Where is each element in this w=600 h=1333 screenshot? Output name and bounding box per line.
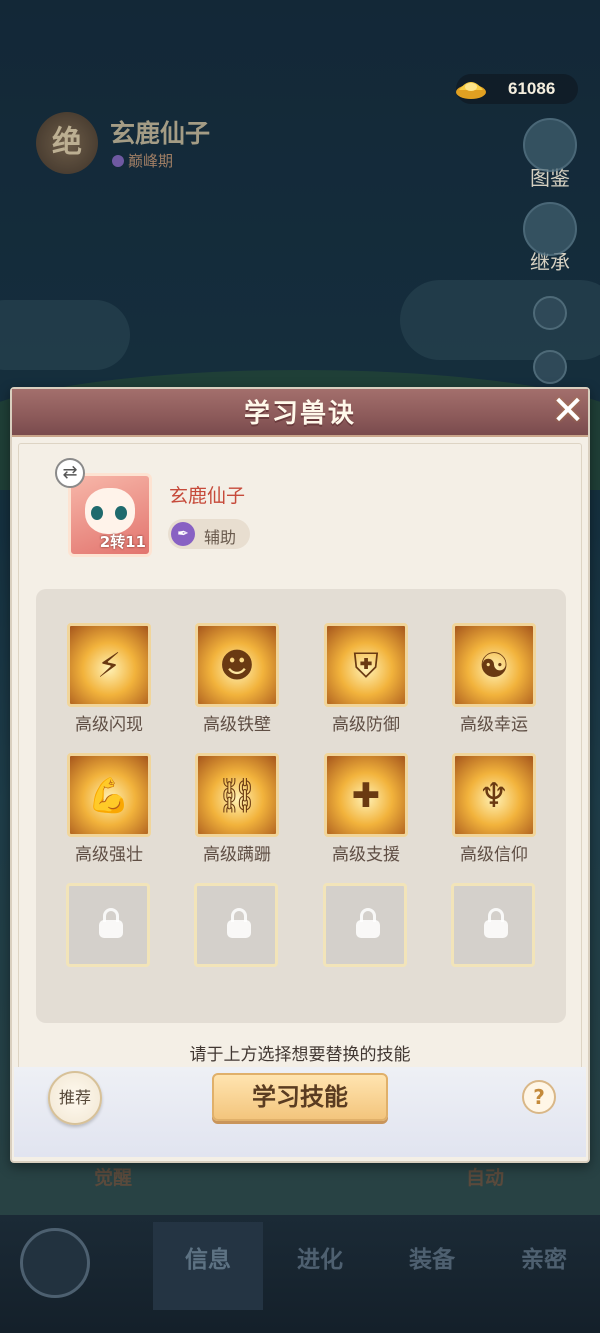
skill-label: 高级信仰	[460, 845, 528, 865]
edit-icon[interactable]	[533, 350, 567, 384]
currency-value: 61086	[508, 79, 556, 98]
skill-slot[interactable]: ⚡ 高级闪现	[66, 623, 152, 735]
close-icon[interactable]: ✕	[548, 391, 588, 431]
help-icon[interactable]: ?	[522, 1080, 556, 1114]
currency-display: 61086	[456, 74, 578, 104]
skill-label: 高级防御	[332, 715, 400, 735]
skill-slot[interactable]: ⛨ 高级防御	[323, 623, 409, 735]
swap-icon[interactable]: ⇄	[55, 458, 85, 488]
skill-glyph: ⚡	[97, 646, 121, 686]
learn-skill-modal: 学习兽诀 ✕ 2转11 ⇄ 玄鹿仙子 ✒ 辅助 ⚡ 高级闪现 ☻ 高级铁壁 ⛨ …	[10, 387, 590, 1163]
stage-icon	[112, 155, 124, 167]
role-label: 辅助	[204, 528, 237, 547]
locked-slot	[323, 883, 407, 967]
skill-glyph: ☯	[478, 646, 510, 686]
locked-slot	[66, 883, 150, 967]
feather-icon: ✒	[171, 522, 195, 546]
locked-skill-slot[interactable]	[194, 883, 280, 967]
skill-glyph: ⛓	[215, 776, 259, 816]
locked-slot	[194, 883, 278, 967]
shield-icon: ⛨	[324, 623, 408, 707]
skill-glyph: ♆	[478, 776, 510, 816]
skill-glyph: ⛨	[353, 646, 379, 686]
koi-fish-icon: ☯	[452, 623, 536, 707]
role-badge: ✒ 辅助	[168, 519, 250, 549]
instruction-text: 请于上方选择想要替换的技能	[189, 1045, 411, 1065]
skill-label: 高级闪现	[75, 715, 143, 735]
pet-level: 2转11	[99, 533, 146, 551]
learn-skill-button[interactable]: 学习技能	[212, 1073, 388, 1121]
tab-evolve[interactable]: 进化	[265, 1240, 375, 1274]
pet-name-header: 玄鹿仙子	[110, 119, 211, 148]
skill-label: 高级强壮	[75, 845, 143, 865]
skill-grid: ⚡ 高级闪现 ☻ 高级铁壁 ⛨ 高级防御 ☯ 高级幸运 💪 高级强壮 ⛓ 高级蹒…	[36, 589, 566, 1023]
inherit-button[interactable]: 继承	[522, 202, 578, 275]
pet-stage: 巅峰期	[112, 150, 173, 171]
gold-ingot-icon	[456, 82, 486, 99]
bottom-nav	[0, 1215, 600, 1333]
skill-slot[interactable]: ✚ 高级支援	[323, 753, 409, 865]
skill-slot[interactable]: ⛓ 高级蹒跚	[194, 753, 280, 865]
locked-skill-slot[interactable]	[451, 883, 537, 967]
pet-eye	[91, 506, 103, 520]
heal-plus-icon: ✚	[324, 753, 408, 837]
skill-glyph: ✚	[351, 776, 381, 816]
devil-shield-body-icon: ☻	[195, 623, 279, 707]
modal-title: 学习兽诀	[243, 399, 356, 429]
cat-icon	[523, 202, 577, 256]
skill-label: 高级铁壁	[203, 715, 271, 735]
skill-slot[interactable]: ☯ 高级幸运	[451, 623, 537, 735]
pet-eye	[115, 506, 127, 520]
skill-glyph: ☻	[219, 646, 255, 686]
muscle-arm-icon: 💪	[67, 753, 151, 837]
modal-header: 学习兽诀 ✕	[12, 389, 588, 437]
chained-boot-icon: ⛓	[195, 753, 279, 837]
locked-skill-slot[interactable]	[323, 883, 409, 967]
lock-icon	[227, 908, 251, 938]
recommend-button[interactable]: 推荐	[48, 1071, 102, 1125]
locked-slot	[451, 883, 535, 967]
skill-glyph: 💪	[87, 776, 131, 816]
skill-label: 高级支援	[332, 845, 400, 865]
skill-label: 高级蹒跚	[203, 845, 271, 865]
stage-label: 巅峰期	[128, 152, 174, 170]
handbook-button[interactable]: 图鉴	[522, 118, 578, 191]
lightning-orb-icon: ⚡	[67, 623, 151, 707]
skill-label: 高级幸运	[460, 715, 528, 735]
back-arrow-icon[interactable]	[20, 1228, 90, 1298]
awaken-label: 觉醒	[94, 1167, 133, 1189]
tab-intimacy[interactable]: 亲密	[489, 1240, 599, 1274]
paw-book-icon	[523, 118, 577, 172]
lock-icon	[484, 908, 508, 938]
tab-equip[interactable]: 装备	[377, 1240, 487, 1274]
devil-trident-icon: ♆	[452, 753, 536, 837]
locked-skill-slot[interactable]	[66, 883, 152, 967]
skill-slot[interactable]: 💪 高级强壮	[66, 753, 152, 865]
skill-slot[interactable]: ♆ 高级信仰	[451, 753, 537, 865]
lock-icon	[99, 908, 123, 938]
skill-slot[interactable]: ☻ 高级铁壁	[194, 623, 280, 735]
auto-label: 自动	[466, 1167, 505, 1189]
rarity-badge: 绝	[36, 112, 98, 174]
lock-icon	[356, 908, 380, 938]
lock-toggle-icon[interactable]	[533, 296, 567, 330]
tab-info[interactable]: 信息	[153, 1222, 263, 1310]
pet-avatar[interactable]: 2转11	[68, 473, 152, 557]
pet-name: 玄鹿仙子	[169, 485, 246, 507]
